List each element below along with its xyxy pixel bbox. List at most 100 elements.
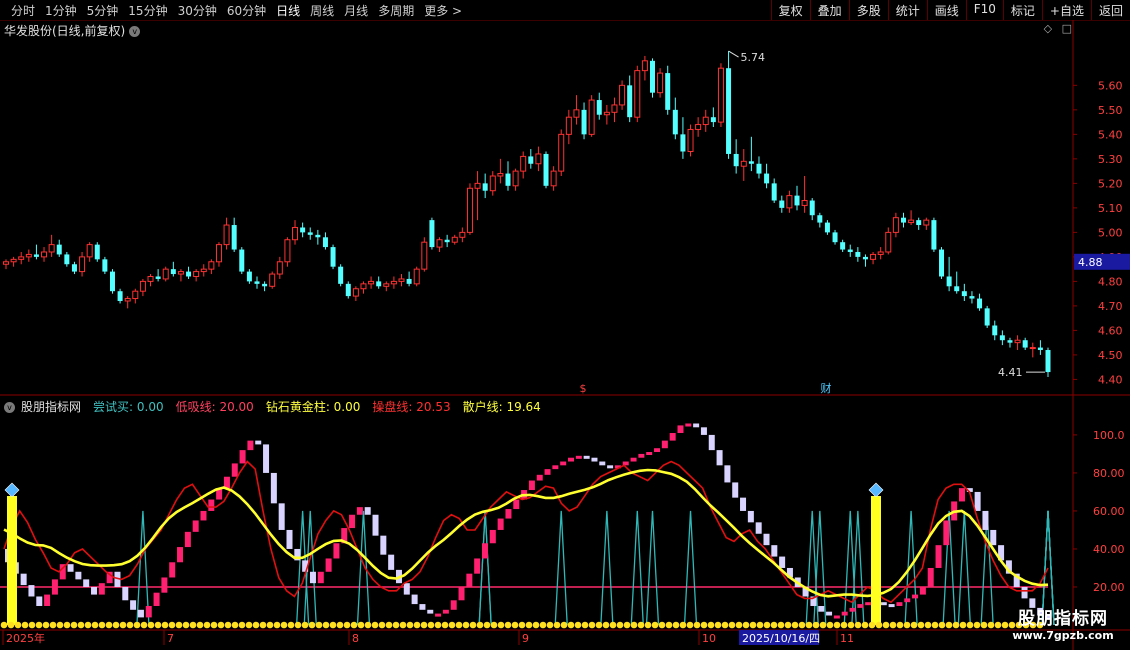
baseline-dot (154, 621, 162, 629)
baseline-dot (532, 621, 540, 629)
baseline-dot (903, 621, 911, 629)
high-price-label: 5.74 (741, 51, 766, 64)
baseline-dot (469, 621, 477, 629)
candle-body-up (588, 99, 595, 135)
candle-body-down (756, 163, 762, 174)
ind-bar-up (161, 577, 168, 593)
candle-body-down (1037, 347, 1043, 351)
ind-bar-up (481, 543, 488, 559)
baseline-dot (931, 621, 939, 629)
candle-body-up (269, 273, 276, 287)
baseline-dot (210, 621, 218, 629)
baseline-dot (756, 621, 764, 629)
ind-bar-up (442, 609, 449, 614)
candle-body-down (832, 232, 838, 243)
baseline-dot (98, 621, 106, 629)
candle-body-up (558, 133, 565, 172)
ind-bar-up (919, 586, 926, 595)
baseline-dot (133, 621, 141, 629)
ind-bar-up (654, 448, 661, 453)
baseline-dot (252, 621, 260, 629)
candle-body-up (398, 278, 405, 282)
candle-body-up (641, 60, 648, 72)
baseline-dot (518, 621, 526, 629)
baseline-dot (406, 621, 414, 629)
candle-body-down (931, 220, 937, 250)
baseline-dot (483, 621, 491, 629)
baseline-dot (630, 621, 638, 629)
candle-body-down (307, 232, 313, 235)
candle-body-down (733, 153, 739, 167)
ind-bar-up (466, 573, 473, 587)
baseline-dot (798, 621, 806, 629)
ind-bar-up (169, 562, 176, 578)
candle-body-down (254, 281, 260, 284)
price-tick-label: 4.40 (1098, 373, 1123, 386)
candle-body-up (48, 244, 55, 253)
try-buy-spike (478, 510, 492, 626)
ind-bar-up (497, 518, 504, 530)
price-tick-label: 4.80 (1098, 275, 1123, 288)
watermark: 股朋指标网 www.7gpzb.com (1004, 604, 1122, 642)
baseline-dot (238, 621, 246, 629)
ind-bar-down (309, 571, 316, 584)
baseline-dot (420, 621, 428, 629)
try-buy-spike (630, 510, 644, 626)
ind-tick-label: 60.00 (1093, 505, 1125, 518)
candle-body-down (862, 256, 868, 260)
ind-bar-down (403, 583, 410, 595)
ind-bar-down (419, 604, 426, 610)
chart-canvas[interactable]: 5.605.505.405.305.205.105.004.904.804.70… (0, 0, 1130, 650)
baseline-dot (161, 621, 169, 629)
baseline-dot (812, 621, 820, 629)
candle-body-down (505, 173, 511, 186)
ind-bar-up (677, 425, 684, 434)
baseline-dot (378, 621, 386, 629)
baseline-dot (175, 621, 183, 629)
ind-bar-up (638, 453, 645, 458)
baseline-dot (490, 621, 498, 629)
baseline-dot (826, 621, 834, 629)
ind-bar-down (372, 514, 379, 536)
baseline-dot (231, 621, 239, 629)
candle-body-up (512, 170, 519, 187)
ind-bar-up (943, 520, 950, 546)
baseline-dot (567, 621, 575, 629)
candle-body-up (717, 67, 724, 123)
ind-bar-down (75, 571, 82, 580)
ind-bar-down (1021, 586, 1028, 599)
ind-bar-down (771, 545, 778, 557)
baseline-dot (560, 621, 568, 629)
candle-body-down (186, 271, 192, 277)
candle-body-up (86, 244, 93, 258)
baseline-dot (287, 621, 295, 629)
candle-body-down (64, 254, 70, 265)
try-buy-spike (957, 510, 971, 626)
try-buy-spike (645, 510, 660, 626)
baseline-dot (686, 621, 694, 629)
baseline-dot (581, 621, 589, 629)
ind-bar-down (724, 465, 731, 483)
price-tick-label: 5.10 (1098, 202, 1123, 215)
candle-body-down (840, 242, 846, 250)
candle-body-up (223, 224, 230, 246)
candle-body-up (200, 268, 207, 273)
baseline-dot (140, 621, 148, 629)
candle-body-up (535, 153, 542, 165)
candle-body-down (855, 251, 861, 257)
baseline-dot (665, 621, 673, 629)
cai-marker: 财 (821, 381, 832, 395)
baseline-dot (707, 621, 715, 629)
ind-bar-down (880, 602, 887, 606)
current-price-label: 4.88 (1078, 256, 1103, 269)
baseline-dot (742, 621, 750, 629)
candle-body-down (117, 291, 123, 301)
candle-body-down (847, 249, 853, 252)
ind-bar-down (747, 510, 754, 523)
baseline-dot (868, 621, 876, 629)
ind-bar-up (841, 611, 848, 616)
ind-bar-down (36, 596, 43, 606)
gold-pillar (871, 496, 881, 625)
ind-bar-down (28, 585, 35, 597)
ind-bar-up (669, 433, 676, 441)
